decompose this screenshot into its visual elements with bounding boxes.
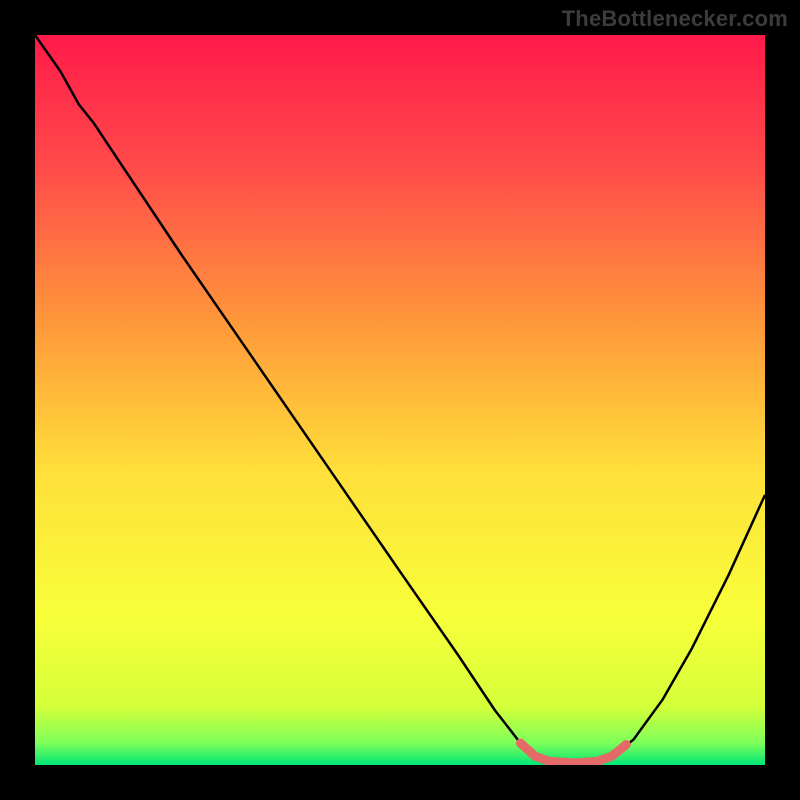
gradient-background xyxy=(35,35,765,765)
plot-area xyxy=(35,35,765,765)
watermark-text: TheBottlenecker.com xyxy=(562,6,788,32)
chart-container: TheBottlenecker.com xyxy=(0,0,800,800)
chart-svg xyxy=(35,35,765,765)
